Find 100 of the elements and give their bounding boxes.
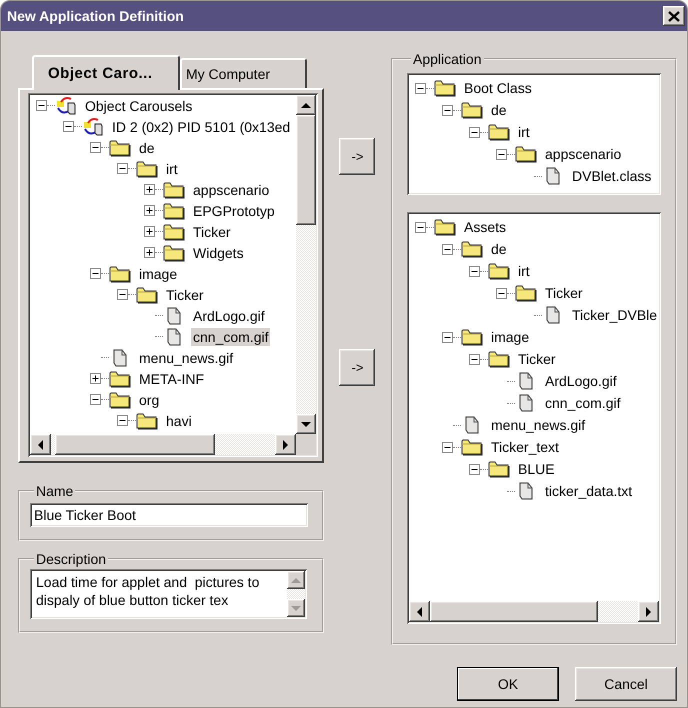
expand-toggle[interactable]	[90, 373, 101, 384]
name-field[interactable]: Blue Ticker Boot	[30, 503, 308, 527]
scroll-thumb[interactable]	[430, 601, 598, 622]
up-arrow-icon	[300, 102, 311, 108]
expand-toggle[interactable]	[469, 354, 480, 364]
tree-item[interactable]: Ticker	[191, 222, 233, 240]
expand-toggle[interactable]	[442, 104, 453, 116]
expand-toggle[interactable]	[90, 268, 101, 279]
expand-toggle[interactable]	[144, 184, 155, 195]
tree-item[interactable]: image	[137, 264, 180, 282]
tree-item[interactable]: ArdLogo.gif	[543, 372, 619, 390]
tree-item[interactable]: menu_news.gif	[137, 348, 236, 366]
move-button[interactable]: ->	[339, 138, 376, 175]
expand-toggle[interactable]	[90, 142, 101, 153]
dialog-button[interactable]: Cancel	[575, 667, 677, 701]
scroll-up-button[interactable]	[287, 571, 305, 589]
expand-toggle[interactable]	[117, 163, 128, 174]
group-label: Name	[35, 483, 74, 499]
tree-item[interactable]: de	[489, 240, 509, 258]
horizontal-scrollbar[interactable]	[30, 434, 296, 455]
tree-item[interactable]: appscenario	[191, 180, 272, 198]
tree-item[interactable]: Ticker	[164, 286, 206, 304]
folder-icon	[461, 240, 483, 258]
tab[interactable]: Object Caro...	[32, 55, 180, 90]
expand-toggle[interactable]	[469, 126, 480, 138]
expand-toggle[interactable]	[469, 266, 480, 276]
expand-toggle[interactable]	[415, 82, 426, 94]
expand-toggle[interactable]	[117, 289, 128, 300]
expand-toggle[interactable]	[442, 442, 453, 452]
close-button[interactable]	[663, 6, 685, 26]
expand-toggle[interactable]	[496, 148, 507, 160]
tree-item[interactable]: appscenario	[543, 145, 624, 163]
scroll-left-button[interactable]	[409, 601, 430, 622]
scroll-up-button[interactable]	[296, 95, 316, 115]
tree-item[interactable]: Boot Class	[462, 79, 534, 97]
expand-toggle[interactable]	[415, 222, 426, 232]
tree-item[interactable]: Ticker_DVBle	[570, 306, 660, 324]
tree-item[interactable]: image	[489, 328, 532, 346]
scroll-down-button[interactable]	[287, 599, 305, 617]
folder-icon	[109, 264, 131, 282]
tree-item[interactable]: Object Carousels	[83, 96, 194, 114]
folder-icon	[163, 180, 185, 198]
tree-item[interactable]: Ticker	[543, 284, 585, 302]
expand-toggle[interactable]	[442, 244, 453, 254]
expand-toggle[interactable]	[117, 415, 128, 426]
description-field[interactable]: Load time for applet and pictures to dispaly of blue button ticker tex	[30, 569, 307, 619]
scroll-down-button[interactable]	[296, 414, 316, 434]
tree-item[interactable]: irt	[164, 160, 180, 178]
tree-item[interactable]: de	[489, 101, 509, 119]
tree-item[interactable]: ID 2 (0x2) PID 5101 (0x13ed	[110, 118, 292, 136]
tree-item[interactable]: ticker_data.txt	[543, 482, 634, 500]
folder-icon	[434, 79, 456, 97]
up-arrow-icon	[291, 578, 301, 582]
tree-item[interactable]: irt	[516, 262, 532, 280]
down-arrow-icon	[300, 422, 311, 426]
horizontal-scrollbar[interactable]	[409, 601, 660, 622]
folder-icon	[461, 438, 483, 456]
folder-icon	[136, 286, 158, 304]
expand-toggle[interactable]	[144, 226, 155, 237]
expand-toggle[interactable]	[144, 205, 155, 216]
tree-item[interactable]: ArdLogo.gif	[191, 306, 267, 324]
tree-item[interactable]: DVBlet.class	[570, 167, 654, 185]
tree-item[interactable]: de	[137, 138, 157, 156]
tree-item[interactable]: Ticker	[516, 350, 558, 368]
expand-toggle[interactable]	[144, 247, 155, 258]
tree-item[interactable]: Ticker_text	[489, 438, 561, 456]
scroll-thumb[interactable]	[55, 434, 215, 455]
scroll-right-button[interactable]	[638, 601, 660, 622]
tree-item[interactable]: cnn_com.gif	[543, 394, 622, 412]
expand-toggle[interactable]	[36, 100, 47, 111]
left-arrow-icon	[417, 606, 422, 616]
move-button[interactable]: ->	[339, 349, 376, 386]
dialog-button[interactable]: OK	[457, 667, 559, 701]
tree-item[interactable]: menu_news.gif	[489, 416, 588, 434]
folder-icon	[434, 218, 456, 236]
tree-item[interactable]: havi	[164, 412, 194, 430]
tab[interactable]: My Computer	[180, 58, 307, 88]
scroll-right-button[interactable]	[274, 434, 296, 455]
folder-icon	[515, 284, 537, 302]
close-icon	[668, 10, 680, 22]
tree-item[interactable]: irt	[516, 123, 532, 141]
folder-icon	[488, 460, 510, 478]
scroll-left-button[interactable]	[30, 434, 51, 455]
expand-toggle[interactable]	[90, 394, 101, 405]
tree-item[interactable]: Widgets	[191, 244, 246, 262]
tree-item[interactable]: cnn_com.gif	[191, 328, 270, 346]
tree-item[interactable]: org	[137, 390, 162, 408]
expand-toggle[interactable]	[442, 332, 453, 342]
expand-toggle[interactable]	[63, 121, 74, 132]
scroll-thumb[interactable]	[296, 115, 316, 225]
tree-item[interactable]: Assets	[462, 218, 508, 236]
vertical-scrollbar[interactable]	[287, 571, 305, 617]
vertical-scrollbar[interactable]	[296, 95, 316, 434]
folder-icon	[461, 101, 483, 119]
folder-icon	[461, 328, 483, 346]
tree-item[interactable]: META-INF	[137, 370, 206, 388]
tree-item[interactable]: EPGPrototyp	[191, 202, 277, 220]
expand-toggle[interactable]	[469, 464, 480, 474]
tree-item[interactable]: BLUE	[516, 460, 557, 478]
expand-toggle[interactable]	[496, 288, 507, 298]
